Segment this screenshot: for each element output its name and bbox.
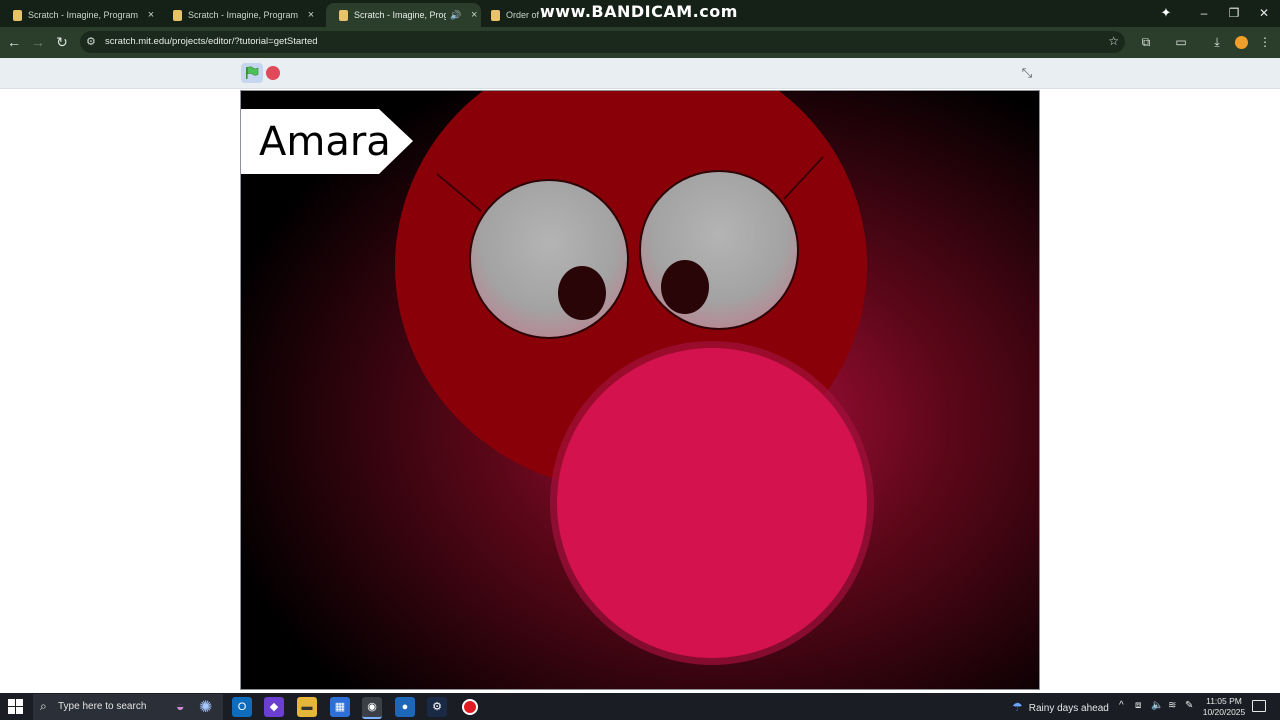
sprite-name-text: Amara — [259, 119, 391, 165]
browser-tab[interactable]: Scratch - Imagine, Program, Sh × — [160, 3, 320, 27]
download-icon[interactable]: ⤓ — [1208, 33, 1226, 51]
stage-scene — [241, 91, 1039, 689]
bandicam-record-icon[interactable] — [460, 697, 480, 717]
scratch-favicon-icon — [339, 9, 348, 21]
left-eye — [469, 179, 629, 339]
reload-icon[interactable]: ↻ — [54, 34, 70, 50]
taskbar-clock[interactable]: 11:05 PM 10/20/2025 — [1202, 696, 1246, 718]
steam-icon[interactable]: ⚙ — [427, 697, 447, 717]
weather-text: Rainy days ahead — [1028, 703, 1109, 714]
extensions-icon[interactable]: ⧉ — [1137, 33, 1155, 51]
minimize-icon[interactable]: – — [1194, 4, 1214, 22]
search-highlight-icon: ◒ — [176, 698, 185, 714]
tab-title: Scratch - Imagine, Program, Sh — [28, 10, 138, 20]
back-arrow-icon[interactable]: ← — [6, 34, 22, 50]
browser-tab[interactable]: Scratch - Imagine, Program, Sh × — [0, 3, 160, 27]
speaker-icon[interactable]: 🔊 — [450, 10, 461, 21]
tab-title: Scratch - Imagine, Program, Sh — [188, 10, 298, 20]
copilot-icon[interactable]: ◆ — [264, 697, 284, 717]
scratch-favicon-icon — [491, 9, 500, 21]
pen-icon[interactable]: ✎ — [1185, 700, 1193, 711]
taskbar-search-box[interactable]: ⌕ Type here to search ◒ ✺ — [33, 694, 223, 720]
search-placeholder: Type here to search — [58, 701, 147, 712]
restore-icon[interactable]: ❐ — [1224, 4, 1244, 22]
window-close-icon[interactable]: ✕ — [1254, 4, 1274, 22]
clock-time: 11:05 PM — [1206, 696, 1242, 706]
windows-start-icon[interactable] — [8, 699, 23, 714]
browser-tab-strip: Scratch - Imagine, Program, Sh × Scratch… — [0, 0, 1280, 27]
tray-chevron-icon[interactable]: ^ — [1119, 700, 1124, 711]
right-pupil — [661, 260, 709, 314]
green-flag-button[interactable] — [241, 63, 263, 83]
right-eye — [639, 170, 799, 330]
scratch-player-header — [0, 58, 1280, 89]
search-icon: ⌕ — [40, 699, 47, 713]
browser-toolbar: ← → ↻ ⚙ scratch.mit.edu/projects/editor/… — [0, 27, 1280, 58]
gemini-sparkle-icon[interactable]: ✦ — [1158, 5, 1174, 21]
weather-widget[interactable]: ☂ Rainy days ahead — [1012, 700, 1109, 714]
search-highlight-star-icon: ✺ — [199, 699, 213, 716]
tab-close-icon[interactable]: × — [304, 9, 318, 21]
clock-date: 10/20/2025 — [1202, 707, 1246, 717]
tab-close-icon[interactable]: × — [144, 9, 158, 21]
meet-now-icon[interactable]: ⧈ — [1135, 700, 1141, 711]
scratch-favicon-icon — [173, 9, 182, 21]
file-explorer-icon[interactable]: ▬ — [297, 697, 317, 717]
exit-fullscreen-icon[interactable]: ⤡ — [1016, 62, 1038, 84]
scratch-favicon-icon — [13, 9, 22, 21]
umbrella-icon: ☂ — [1012, 700, 1023, 714]
sprite-name-tag: Amara — [241, 109, 413, 174]
address-bar[interactable]: ⚙ scratch.mit.edu/projects/editor/?tutor… — [80, 31, 1125, 53]
site-info-icon[interactable]: ⚙ — [86, 35, 96, 48]
monster-nose — [557, 348, 867, 658]
profile-avatar[interactable] — [1235, 36, 1248, 49]
bandicam-watermark: www.BANDICAM.com — [540, 2, 738, 21]
microsoft-store-icon[interactable]: ▦ — [330, 697, 350, 717]
forward-arrow-icon[interactable]: → — [30, 34, 46, 50]
notifications-icon[interactable] — [1252, 700, 1266, 712]
green-flag-icon — [246, 66, 259, 79]
firefox-icon[interactable]: ● — [395, 697, 415, 717]
chrome-icon[interactable]: ◉ — [362, 697, 382, 719]
tab-title: Scratch - Imagine, Program — [354, 10, 447, 20]
browser-tab-active[interactable]: Scratch - Imagine, Program 🔊 × — [326, 3, 481, 27]
bookmark-star-icon[interactable]: ☆ — [1108, 34, 1119, 48]
network-icon[interactable]: ≋ — [1168, 700, 1176, 711]
menu-dots-icon[interactable]: ⋮ — [1256, 33, 1274, 51]
windows-taskbar: ⌕ Type here to search ◒ ✺ O ◆ ▬ ▦ ◉ ● ⚙ … — [0, 693, 1280, 720]
stop-button[interactable] — [266, 66, 280, 80]
url-text[interactable]: scratch.mit.edu/projects/editor/?tutoria… — [105, 36, 318, 47]
volume-icon[interactable]: 🔈 — [1151, 700, 1163, 711]
scratch-stage[interactable]: Amara — [240, 90, 1040, 690]
cast-icon[interactable]: ▭ — [1172, 33, 1190, 51]
outlook-icon[interactable]: O — [232, 697, 252, 717]
left-pupil — [558, 266, 606, 320]
